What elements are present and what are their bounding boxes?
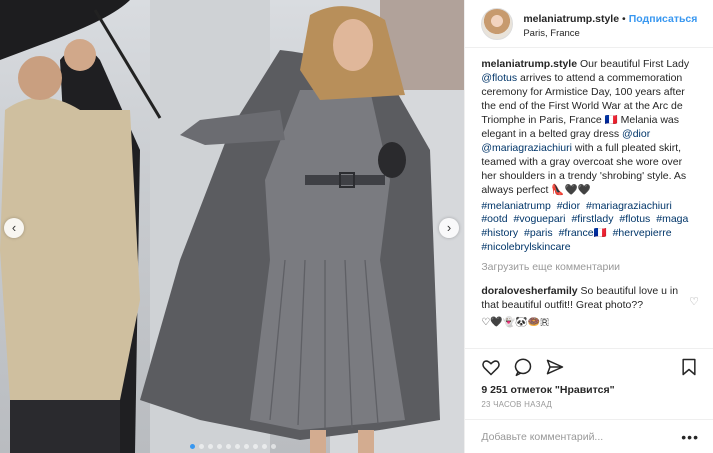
woman-face: [333, 19, 373, 71]
post-photo[interactable]: ‹ ›: [0, 0, 465, 453]
man-trench-coat: [0, 97, 140, 400]
comments-area: melaniatrump.style Our beautiful First L…: [465, 48, 713, 348]
load-more-comments[interactable]: Загрузить еще комментарии: [481, 261, 699, 275]
location-link[interactable]: Paris, France: [523, 28, 697, 40]
hashtag-link[interactable]: #dior: [557, 200, 580, 212]
carousel-dot: [207, 444, 213, 449]
mention-flotus[interactable]: @flotus: [481, 72, 517, 84]
caption-username[interactable]: melaniatrump.style: [481, 58, 577, 70]
comment-item: doralovesherfamily So beautiful love u i…: [481, 285, 699, 329]
hashtag-link[interactable]: #france🇫🇷: [559, 227, 607, 239]
share-icon[interactable]: [545, 357, 565, 377]
header-text: melaniatrump.style • Подписаться Paris, Fr…: [523, 8, 697, 40]
black-glove: [378, 142, 406, 178]
dress-belt: [305, 175, 385, 185]
carousel-dot: [252, 444, 258, 449]
hashtag-link[interactable]: #voguepari: [514, 213, 566, 225]
carousel-dots: [0, 444, 464, 449]
comment-input[interactable]: [481, 430, 682, 443]
action-bar: [465, 348, 713, 384]
carousel-dot: [189, 444, 195, 449]
post-header: melaniatrump.style • Подписаться Paris, Fr…: [465, 0, 713, 48]
comment-like-icon[interactable]: ♡: [689, 295, 699, 329]
mention-mariagraziachiuri[interactable]: @mariagraziachiuri: [481, 142, 572, 154]
comment-icon[interactable]: [513, 357, 533, 377]
hashtag-link[interactable]: #hervepierre: [613, 227, 672, 239]
caption-text: Our beautiful First Lady: [577, 58, 690, 70]
bookmark-icon[interactable]: [679, 357, 699, 377]
follow-button[interactable]: Подписаться: [629, 13, 698, 25]
hashtag-link[interactable]: #nicolebrylskincare: [481, 241, 570, 253]
hashtag-link[interactable]: #firstlady: [571, 213, 613, 225]
hashtag-link[interactable]: #ootd: [481, 213, 507, 225]
chevron-left-icon[interactable]: ‹: [4, 218, 24, 238]
post-side-panel: melaniatrump.style • Подписаться Paris, Fr…: [464, 0, 713, 453]
carousel-dot: [198, 444, 204, 449]
comment-emoji-line: ♡🖤👻🐼🍩🇷: [481, 317, 549, 329]
woman-leg: [310, 430, 326, 453]
man-head-2: [64, 39, 96, 71]
header-username[interactable]: melaniatrump.style: [523, 13, 619, 25]
hashtag-list: #melaniatrump #dior #mariagraziachiuri #…: [481, 200, 699, 256]
comment-body: doralovesherfamily So beautiful love u i…: [481, 285, 681, 329]
likes-count[interactable]: 9 251 отметок "Нравится": [465, 384, 713, 396]
carousel-dot: [261, 444, 267, 449]
hashtag-link[interactable]: #flotus: [619, 213, 650, 225]
caption: melaniatrump.style Our beautiful First L…: [481, 58, 699, 255]
hashtag-link[interactable]: #history: [481, 227, 518, 239]
heart-icon[interactable]: [481, 357, 501, 377]
hashtag-link[interactable]: #maga: [656, 213, 688, 225]
more-options-icon[interactable]: •••: [681, 429, 699, 445]
mention-dior[interactable]: @dior: [622, 128, 650, 140]
man-head-1: [18, 56, 62, 100]
photo-scene: [0, 0, 465, 453]
carousel-dot: [225, 444, 231, 449]
comment-username[interactable]: doralovesherfamily: [481, 285, 577, 297]
carousel-dot: [216, 444, 222, 449]
woman-leg: [358, 430, 374, 453]
chevron-right-icon[interactable]: ›: [439, 218, 459, 238]
header-separator: •: [622, 12, 626, 25]
add-comment-bar: •••: [465, 419, 713, 453]
instagram-post: ‹ › melaniatrump.style • Подписаться Paris…: [0, 0, 713, 453]
post-timestamp[interactable]: 23 часов назад: [465, 396, 713, 419]
carousel-dot: [234, 444, 240, 449]
avatar[interactable]: [481, 7, 514, 40]
hashtag-link[interactable]: #paris: [524, 227, 553, 239]
carousel-dot: [270, 444, 276, 449]
hashtag-link[interactable]: #mariagraziachiuri: [586, 200, 672, 212]
hashtag-link[interactable]: #melaniatrump: [481, 200, 550, 212]
carousel-dot: [243, 444, 249, 449]
